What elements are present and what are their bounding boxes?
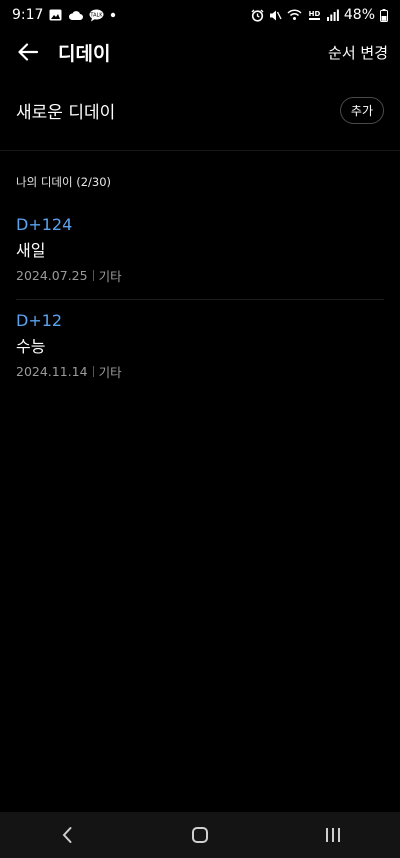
add-button[interactable]: 추가 bbox=[339, 96, 384, 124]
cloud-icon bbox=[68, 10, 84, 21]
dday-meta: 2024.07.25 기타 bbox=[16, 266, 384, 284]
new-dday-row: 새로운 디데이 추가 bbox=[0, 88, 400, 132]
dday-category: 기타 bbox=[98, 268, 122, 284]
dday-title: 새일 bbox=[16, 241, 46, 260]
chat-bubble-icon: TALK bbox=[89, 9, 104, 22]
dday-list: D+124 새일 2024.07.25 기타 D+12 수능 2024.11.1… bbox=[0, 204, 400, 396]
list-item[interactable]: D+12 수능 2024.11.14 기타 bbox=[0, 300, 400, 396]
gallery-icon bbox=[49, 9, 62, 21]
back-arrow-icon bbox=[18, 43, 39, 61]
list-item[interactable]: D+124 새일 2024.07.25 기타 bbox=[0, 204, 400, 300]
svg-text:HD: HD bbox=[309, 10, 321, 18]
signal-icon bbox=[326, 9, 339, 21]
meta-separator bbox=[92, 365, 94, 377]
dday-meta: 2024.11.14 기타 bbox=[16, 362, 384, 380]
reorder-button[interactable]: 순서 변경 bbox=[328, 42, 388, 63]
dday-title: 수능 bbox=[16, 337, 46, 356]
recents-icon bbox=[326, 828, 341, 842]
new-dday-label: 새로운 디데이 bbox=[16, 102, 116, 123]
dday-date: 2024.11.14 bbox=[16, 363, 88, 379]
home-icon bbox=[191, 827, 208, 843]
alarm-icon bbox=[251, 9, 264, 22]
section-divider bbox=[0, 150, 400, 151]
wifi-icon bbox=[287, 9, 302, 21]
status-bar: 9:17 TALK HD 48% bbox=[0, 0, 400, 30]
battery-icon bbox=[380, 8, 388, 22]
dday-count: D+124 bbox=[16, 215, 73, 234]
status-time: 9:17 bbox=[12, 7, 44, 23]
nav-home-button[interactable] bbox=[170, 815, 230, 855]
meta-separator bbox=[92, 269, 94, 281]
dot-icon bbox=[110, 12, 116, 18]
navigation-bar bbox=[0, 812, 400, 858]
status-left: 9:17 TALK bbox=[12, 7, 116, 23]
dday-date: 2024.07.25 bbox=[16, 267, 88, 283]
dday-count: D+12 bbox=[16, 311, 63, 330]
svg-text:TALK: TALK bbox=[90, 12, 104, 18]
nav-back-button[interactable] bbox=[37, 815, 97, 855]
hd-volte-icon: HD bbox=[307, 9, 322, 22]
nav-recents-button[interactable] bbox=[303, 815, 363, 855]
page-title: 디데이 bbox=[58, 42, 111, 65]
battery-percent: 48% bbox=[343, 7, 375, 23]
section-header: 나의 디데이 (2/30) bbox=[16, 175, 112, 189]
mute-icon bbox=[269, 9, 282, 22]
chevron-left-icon bbox=[62, 827, 72, 843]
back-button[interactable] bbox=[14, 38, 42, 66]
dday-category: 기타 bbox=[98, 364, 122, 380]
status-right: HD 48% bbox=[251, 7, 388, 23]
app-bar: 디데이 순서 변경 bbox=[0, 30, 400, 74]
